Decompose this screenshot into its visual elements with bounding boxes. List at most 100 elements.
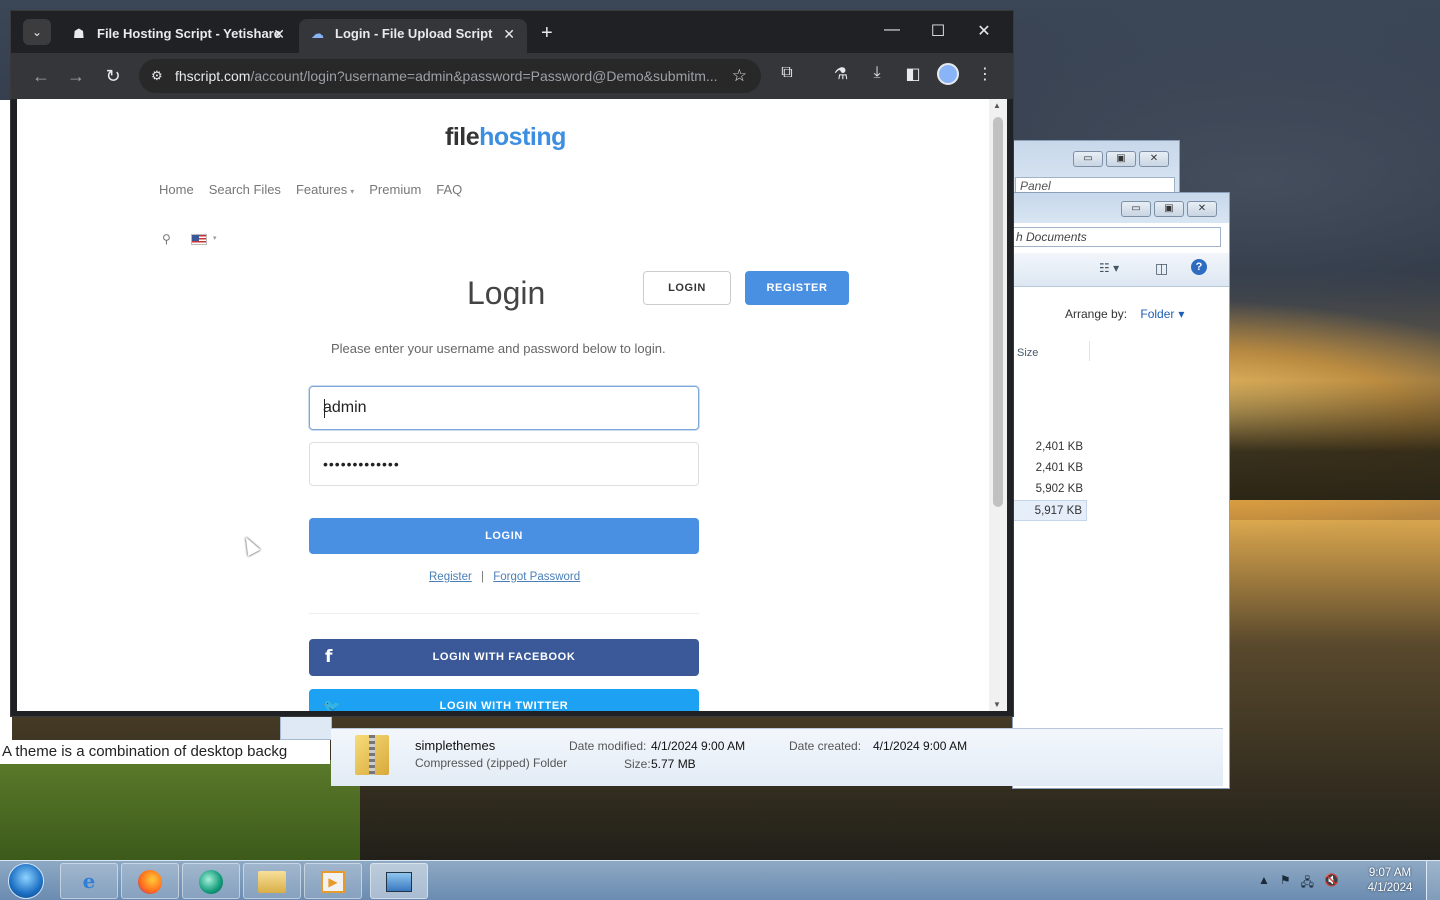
size-value: 5.77 MB [651,757,696,771]
show-desktop-button[interactable] [1426,861,1440,900]
control-panel-window[interactable]: ▭ ▣ ✕ Panel [1012,140,1180,200]
close-button[interactable]: ✕ [1187,201,1217,217]
file-explorer-icon[interactable] [243,863,301,899]
size-cell[interactable]: 2,401 KB [1013,458,1087,479]
tab-title: Login - File Upload Script [335,26,493,41]
us-flag-icon[interactable] [191,234,207,245]
nav-search-files[interactable]: Search Files [209,182,281,197]
file-type: Compressed (zipped) Folder [415,756,568,770]
scroll-up-icon[interactable]: ▲ [993,101,1001,110]
register-link[interactable]: Register [429,571,472,583]
side-panel-icon[interactable]: ◧ [901,64,925,84]
maximize-button[interactable]: ▣ [1106,151,1136,167]
arrange-dropdown-icon[interactable]: ▾ [1178,307,1184,321]
back-icon[interactable]: ← [29,65,53,87]
volume-muted-icon[interactable]: 🔇 [1324,873,1339,894]
action-center-flag-icon[interactable]: ⚑ [1280,873,1291,894]
search-icon[interactable]: ⚲ [162,232,171,246]
maximize-icon[interactable]: ☐ [915,21,961,41]
forward-icon[interactable]: → [64,65,88,87]
firefox-icon[interactable] [121,863,179,899]
mouse-pointer-icon [239,533,261,557]
internet-explorer-icon[interactable]: e [60,863,118,899]
view-options-icon[interactable]: ☷ ▾ [1099,261,1119,275]
text-cursor [324,399,325,418]
arrange-label: Arrange by: [1065,307,1128,321]
close-button[interactable]: ✕ [1139,151,1169,167]
show-hidden-icons-icon[interactable]: ▲ [1258,873,1270,894]
new-tab-button[interactable]: + [541,23,553,43]
media-player-icon[interactable] [182,863,240,899]
maximize-button[interactable]: ▣ [1154,201,1184,217]
vlc-player-icon[interactable]: ▶ [304,863,362,899]
treeline [1230,380,1440,500]
date-modified-value: 4/1/2024 9:00 AM [651,739,746,753]
close-window-icon[interactable]: ✕ [961,21,1007,41]
site-logo[interactable]: filehosting [445,123,566,152]
tab-search-button[interactable]: ⌄ [23,19,51,45]
extensions-icon[interactable]: ⧉ [775,64,799,82]
browser-window[interactable]: ⌄ ☗ File Hosting Script - Yetishare ✕ ☁ … [10,10,1014,717]
login-twitter-button[interactable]: 🐦 LOGIN WITH TWITTER [309,689,699,711]
logo-part-hosting: hosting [479,123,566,151]
size-cell[interactable]: 5,902 KB [1013,479,1087,500]
password-input[interactable]: ••••••••••••• [309,442,699,486]
background-document-text: A theme is a combination of desktop back… [0,740,330,764]
close-tab-icon[interactable]: ✕ [273,19,285,49]
help-icon[interactable]: ? [1191,259,1207,275]
nav-premium[interactable]: Premium [369,182,421,197]
size-column-header[interactable]: Size [1017,347,1038,359]
preview-pane-icon[interactable]: ◫ [1155,260,1168,277]
reload-icon[interactable]: ↻ [101,65,125,87]
page-title: Login [467,275,546,311]
column-separator[interactable] [1089,341,1090,361]
login-instructions: Please enter your username and password … [331,341,666,356]
size-cell[interactable]: 2,401 KB [1013,437,1087,458]
explorer-title-bar[interactable]: ▭ ▣ ✕ [1013,193,1229,223]
control-panel-window-buttons: ▭ ▣ ✕ [1073,151,1169,167]
site-info-icon[interactable]: ⚙ [151,68,167,84]
login-submit-button[interactable]: LOGIN [309,518,699,554]
labs-flask-icon[interactable]: ⚗ [829,64,853,84]
tab-yetishare[interactable]: ☗ File Hosting Script - Yetishare ✕ [61,19,297,53]
nav-features[interactable]: Features ▾ [296,182,354,197]
address-bar[interactable]: ⚙ fhscript.com/account/login?username=ad… [139,59,761,93]
arrange-by[interactable]: Arrange by: Folder ▾ [1065,307,1184,321]
page-scrollbar[interactable]: ▲ ▼ [989,99,1007,711]
language-dropdown-icon[interactable]: ▾ [213,234,217,242]
scrollbar-thumb[interactable] [993,117,1003,507]
menu-kebab-icon[interactable]: ⋮ [973,64,997,84]
profile-avatar-icon[interactable] [937,63,959,85]
logo-part-file: file [445,123,480,151]
nav-home[interactable]: Home [159,182,194,197]
nav-faq[interactable]: FAQ [436,182,462,197]
size-cell-selected[interactable]: 5,917 KB [1013,500,1087,521]
minimize-icon[interactable]: — [869,21,915,39]
bookmark-star-icon[interactable]: ☆ [732,66,747,86]
login-facebook-button[interactable]: f LOGIN WITH FACEBOOK [309,639,699,676]
scroll-down-icon[interactable]: ▼ [993,700,1001,709]
username-input[interactable]: admin [309,386,699,430]
download-icon[interactable]: ⤓ [865,64,889,82]
explorer-toolbar: ☷ ▾ ◫ ? [1013,253,1229,287]
size-label: Size: [624,757,651,771]
header-register-button[interactable]: REGISTER [745,271,849,305]
documents-explorer-window[interactable]: ▭ ▣ ✕ h Documents ☷ ▾ ◫ ? Arrange by: Fo… [1012,192,1230,789]
control-panel-icon[interactable] [370,863,428,899]
arrange-value[interactable]: Folder [1140,307,1174,321]
url-text[interactable]: fhscript.com/account/login?username=admi… [175,59,727,93]
forgot-password-link[interactable]: Forgot Password [493,571,580,583]
yeti-icon: ☗ [73,26,85,41]
tab-login[interactable]: ☁ Login - File Upload Script ✕ [299,19,527,53]
close-tab-icon[interactable]: ✕ [503,19,515,49]
minimize-button[interactable]: ▭ [1073,151,1103,167]
auth-links: Register | Forgot Password [429,571,580,583]
header-login-button[interactable]: LOGIN [643,271,731,305]
system-clock[interactable]: 9:07 AM 4/1/2024 [1360,866,1420,896]
link-separator: | [481,571,485,583]
divider [309,613,699,614]
documents-search-input[interactable]: h Documents [1013,227,1221,247]
network-icon[interactable]: 🖧 [1301,873,1314,894]
start-button[interactable] [8,863,44,899]
minimize-button[interactable]: ▭ [1121,201,1151,217]
